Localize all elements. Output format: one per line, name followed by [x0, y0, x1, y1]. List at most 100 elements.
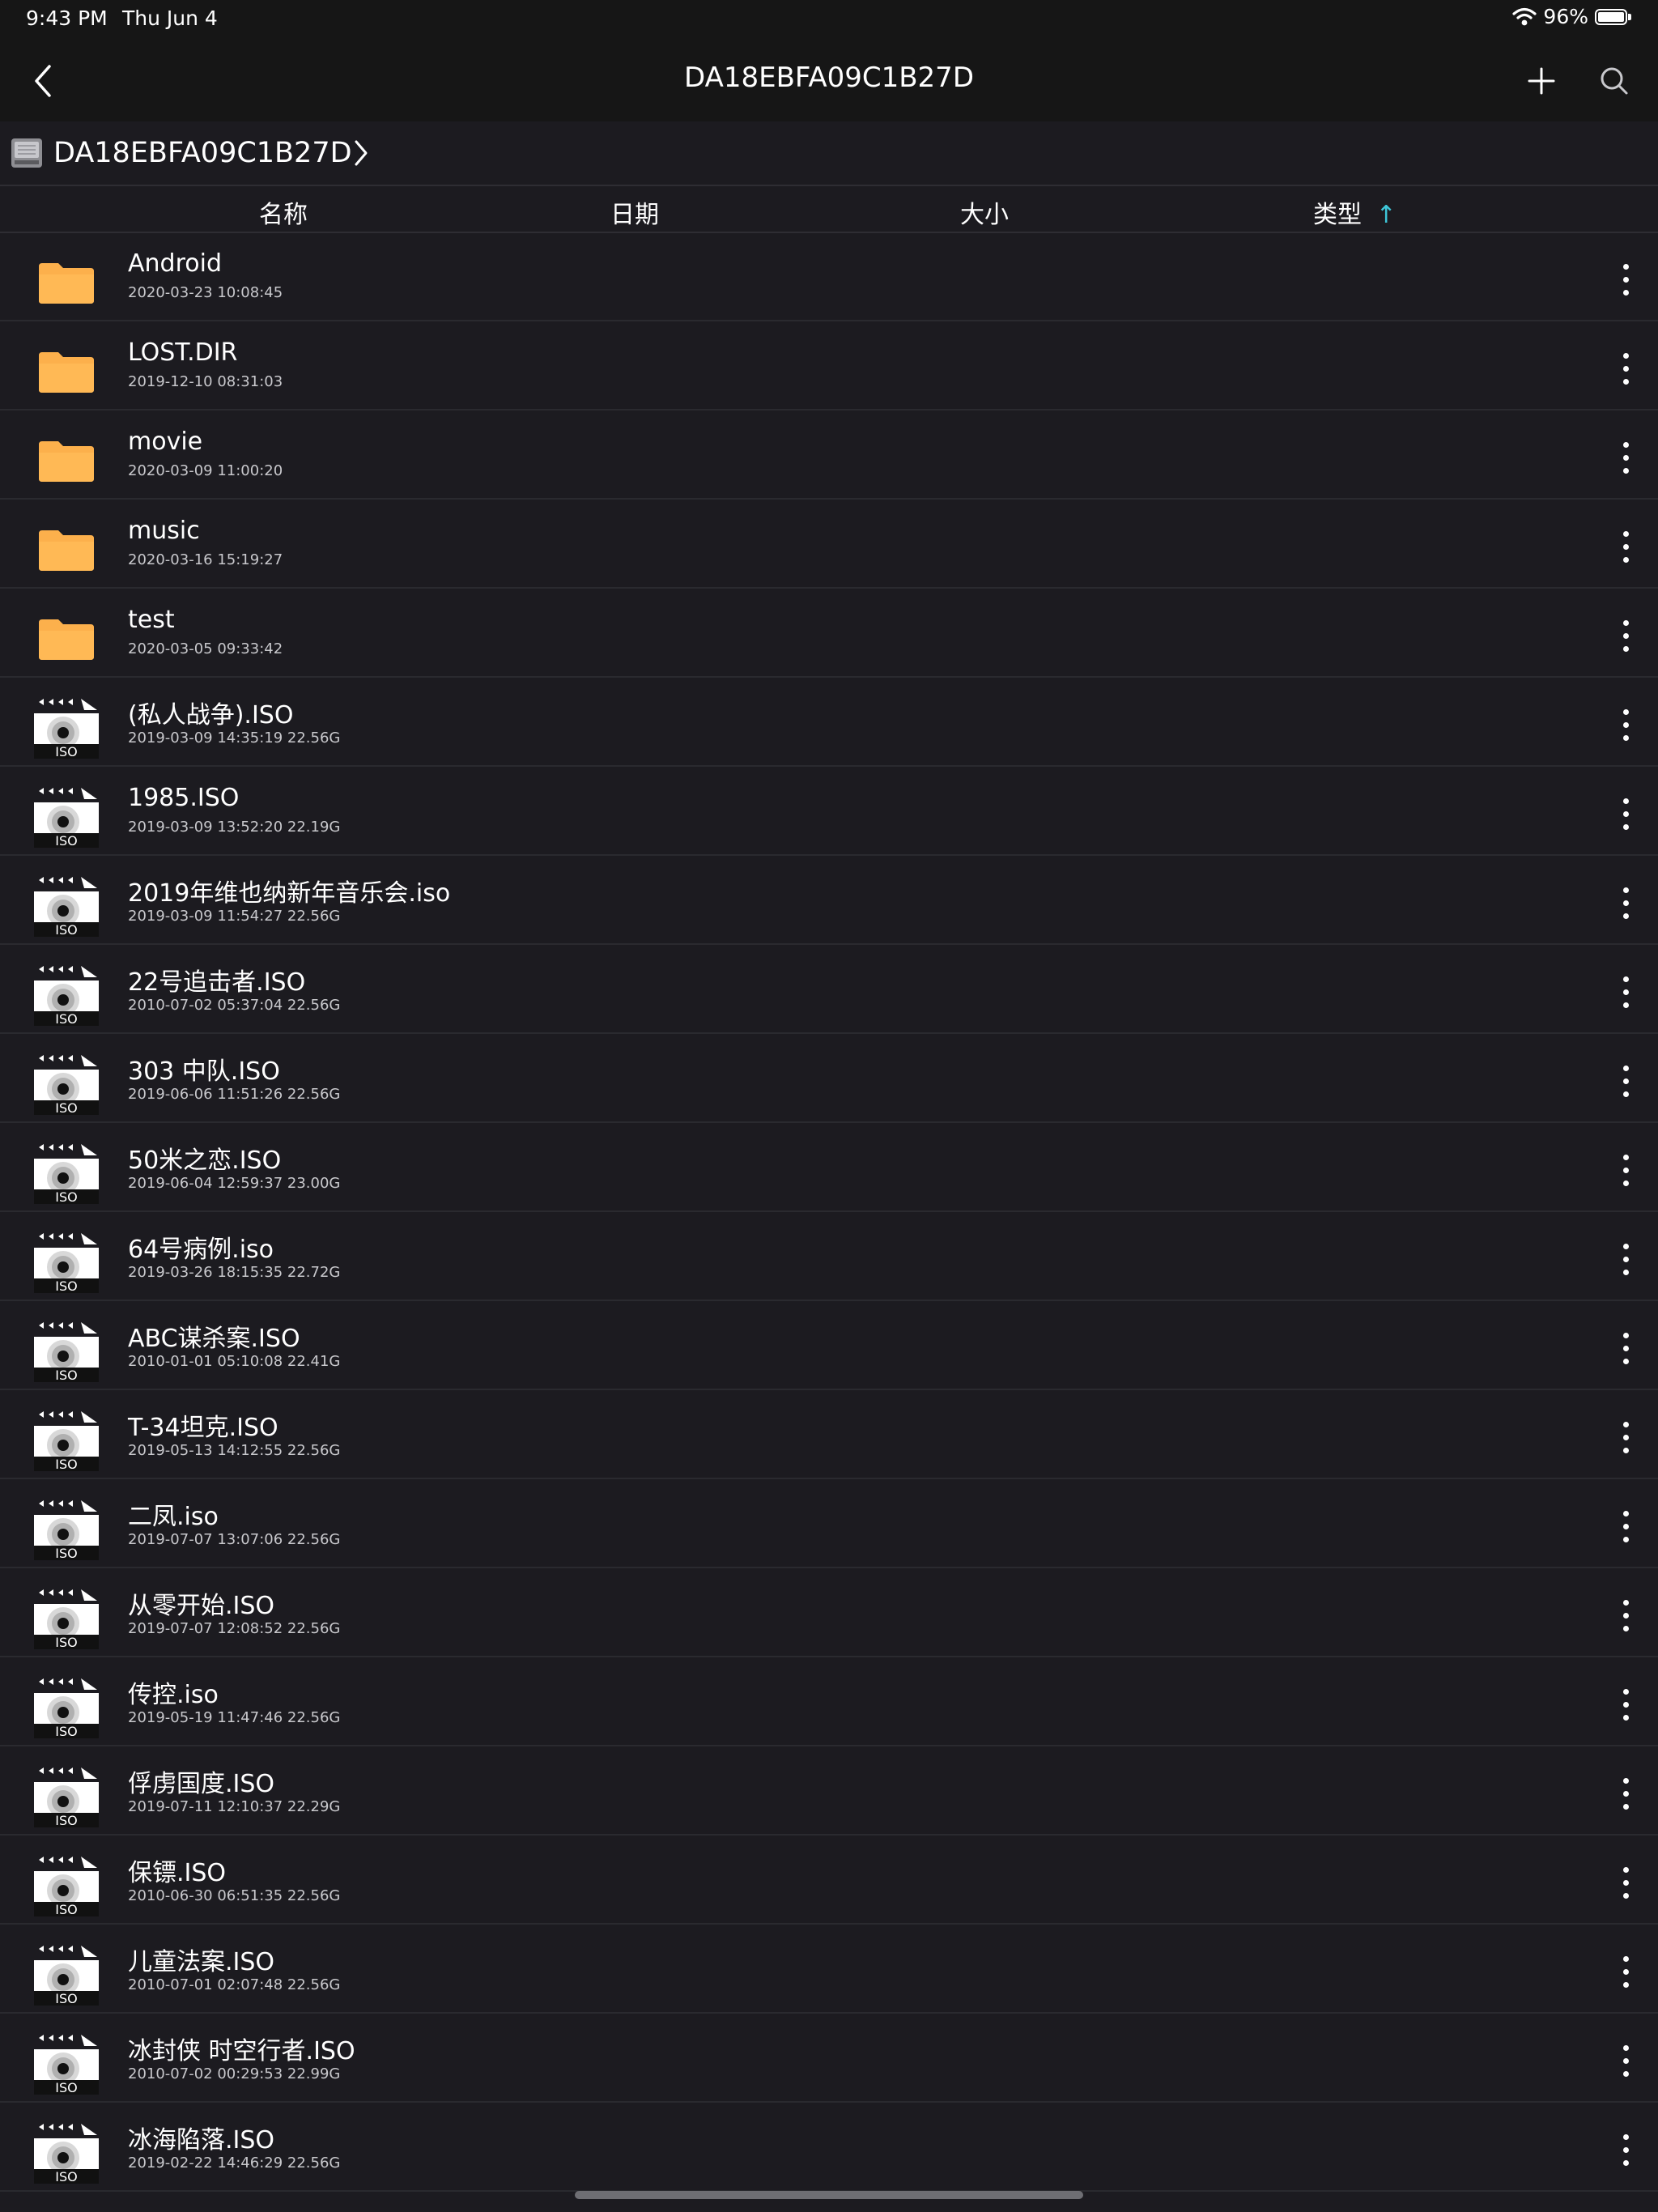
search-icon — [1601, 67, 1628, 95]
plus-icon — [1528, 67, 1555, 95]
file-meta: 2019-06-04 12:59:37 23.00G — [128, 1175, 341, 1192]
iso-disc-icon: ISO — [32, 1764, 100, 1829]
more-options-button[interactable] — [1608, 789, 1643, 838]
battery-percent: 96% — [1543, 5, 1588, 28]
svg-text:ISO: ISO — [55, 1011, 77, 1027]
more-options-button[interactable] — [1608, 1235, 1643, 1283]
svg-text:ISO: ISO — [55, 1546, 77, 1561]
list-item[interactable]: test 2020-03-05 09:33:42 — [0, 589, 1658, 678]
iso-disc-icon: ISO — [32, 2121, 100, 2185]
list-item[interactable]: ISO 保镖.ISO 2010-06-30 06:51:35 22.56G — [0, 1836, 1658, 1925]
file-name: T-34坦克.ISO — [128, 1414, 278, 1442]
wifi-icon — [1512, 7, 1537, 25]
sort-by-size[interactable]: 大小 — [960, 194, 1009, 230]
iso-disc-icon: ISO — [32, 1141, 100, 1206]
file-name: 儿童法案.ISO — [128, 1948, 275, 1976]
file-name: 50米之恋.ISO — [128, 1146, 282, 1175]
list-item[interactable]: ISO 儿童法案.ISO 2010-07-01 02:07:48 22.56G — [0, 1925, 1658, 2014]
file-name: (私人战争).ISO — [128, 701, 294, 730]
list-item[interactable]: ISO 俘虏国度.ISO 2019-07-11 12:10:37 22.29G — [0, 1746, 1658, 1836]
iso-disc-icon: ISO — [32, 1497, 100, 1562]
iso-disc-icon: ISO — [32, 2031, 100, 2096]
sort-by-date[interactable]: 日期 — [610, 194, 659, 230]
more-options-button[interactable] — [1608, 968, 1643, 1016]
list-item[interactable]: ISO 50米之恋.ISO 2019-06-04 12:59:37 23.00G — [0, 1123, 1658, 1212]
more-options-button[interactable] — [1608, 522, 1643, 571]
iso-disc-icon: ISO — [32, 1230, 100, 1295]
list-item[interactable]: ISO T-34坦克.ISO 2019-05-13 14:12:55 22.56G — [0, 1390, 1658, 1479]
iso-disc-icon: ISO — [32, 1052, 100, 1117]
folder-icon — [32, 606, 100, 671]
more-options-button[interactable] — [1608, 1769, 1643, 1818]
list-item[interactable]: ISO 二凤.iso 2019-07-07 13:07:06 22.56G — [0, 1479, 1658, 1568]
file-meta: 2019-06-06 11:51:26 22.56G — [128, 1086, 341, 1103]
more-options-button[interactable] — [1608, 611, 1643, 660]
file-meta: 2010-07-02 05:37:04 22.56G — [128, 997, 341, 1014]
add-button[interactable] — [1519, 58, 1564, 104]
sort-by-name[interactable]: 名称 — [259, 194, 308, 230]
more-options-button[interactable] — [1608, 1591, 1643, 1640]
chevron-right-icon — [355, 140, 368, 166]
svg-text:ISO: ISO — [55, 2169, 77, 2184]
list-item[interactable]: Android 2020-03-23 10:08:45 — [0, 232, 1658, 321]
search-button[interactable] — [1592, 58, 1637, 104]
column-header: 名称 日期 大小 类型 ↑ — [0, 186, 1658, 233]
sort-by-type[interactable]: 类型 ↑ — [1313, 194, 1397, 230]
more-options-button[interactable] — [1608, 2036, 1643, 2085]
more-options-button[interactable] — [1608, 1057, 1643, 1105]
list-item[interactable]: ISO 22号追击者.ISO 2010-07-02 05:37:04 22.56G — [0, 945, 1658, 1034]
list-item[interactable]: ISO 冰海陷落.ISO 2019-02-22 14:46:29 22.56G — [0, 2103, 1658, 2192]
breadcrumb-current[interactable]: DA18EBFA09C1B27D — [53, 137, 352, 169]
svg-text:ISO: ISO — [55, 1100, 77, 1116]
folder-icon — [32, 250, 100, 315]
list-item[interactable]: LOST.DIR 2019-12-10 08:31:03 — [0, 321, 1658, 410]
file-meta: 2010-01-01 05:10:08 22.41G — [128, 1353, 341, 1370]
file-meta: 2019-05-19 11:47:46 22.56G — [128, 1709, 341, 1726]
file-meta: 2020-03-09 11:00:20 — [128, 462, 283, 479]
more-options-button[interactable] — [1608, 700, 1643, 749]
more-options-button[interactable] — [1608, 2125, 1643, 2174]
file-meta: 2019-03-09 13:52:20 22.19G — [128, 819, 341, 836]
more-options-button[interactable] — [1608, 1680, 1643, 1729]
file-name: 64号病例.iso — [128, 1236, 274, 1264]
more-options-button[interactable] — [1608, 878, 1643, 927]
list-item[interactable]: ISO (私人战争).ISO 2019-03-09 14:35:19 22.56G — [0, 678, 1658, 767]
file-meta: 2010-07-01 02:07:48 22.56G — [128, 1976, 341, 1993]
list-item[interactable]: ISO 从零开始.ISO 2019-07-07 12:08:52 22.56G — [0, 1568, 1658, 1657]
navigation-bar: DA18EBFA09C1B27D — [0, 39, 1658, 121]
iso-disc-icon: ISO — [32, 1319, 100, 1384]
page-title: DA18EBFA09C1B27D — [683, 62, 974, 94]
list-item[interactable]: ISO 1985.ISO 2019-03-09 13:52:20 22.19G — [0, 767, 1658, 856]
file-meta: 2020-03-16 15:19:27 — [128, 551, 283, 568]
list-item[interactable]: music 2020-03-16 15:19:27 — [0, 500, 1658, 589]
list-item[interactable]: ISO 传控.iso 2019-05-19 11:47:46 22.56G — [0, 1657, 1658, 1746]
list-item[interactable]: ISO 303 中队.ISO 2019-06-06 11:51:26 22.56G — [0, 1034, 1658, 1123]
more-options-button[interactable] — [1608, 1413, 1643, 1461]
status-indicators: 96% — [1512, 5, 1632, 28]
more-options-button[interactable] — [1608, 1324, 1643, 1372]
list-item[interactable]: ISO 2019年维也纳新年音乐会.iso 2019-03-09 11:54:27 … — [0, 856, 1658, 945]
list-item[interactable]: ISO 64号病例.iso 2019-03-26 18:15:35 22.72G — [0, 1212, 1658, 1301]
home-indicator[interactable] — [575, 2191, 1083, 2199]
more-options-button[interactable] — [1608, 344, 1643, 393]
more-options-button[interactable] — [1608, 433, 1643, 482]
more-options-button[interactable] — [1608, 1858, 1643, 1907]
file-list: Android 2020-03-23 10:08:45 LOST.DIR 2019-1… — [0, 232, 1658, 2192]
more-options-button[interactable] — [1608, 1146, 1643, 1194]
file-name: 保镖.ISO — [128, 1859, 227, 1887]
more-options-button[interactable] — [1608, 1947, 1643, 1996]
folder-icon — [32, 428, 100, 493]
file-name: 传控.iso — [128, 1681, 219, 1709]
status-date: Thu Jun 4 — [122, 6, 218, 30]
list-item[interactable]: ISO ABC谋杀案.ISO 2010-01-01 05:10:08 22.41G — [0, 1301, 1658, 1390]
iso-disc-icon: ISO — [32, 1586, 100, 1651]
iso-disc-icon: ISO — [32, 963, 100, 1027]
file-name: 俘虏国度.ISO — [128, 1770, 275, 1798]
list-item[interactable]: movie 2020-03-09 11:00:20 — [0, 410, 1658, 500]
file-name: 2019年维也纳新年音乐会.iso — [128, 879, 451, 908]
file-name: 1985.ISO — [128, 784, 240, 812]
list-item[interactable]: ISO 冰封侠 时空行者.ISO 2010-07-02 00:29:53 22.99… — [0, 2014, 1658, 2103]
more-options-button[interactable] — [1608, 1502, 1643, 1551]
file-name: movie — [128, 428, 203, 456]
more-options-button[interactable] — [1608, 255, 1643, 304]
